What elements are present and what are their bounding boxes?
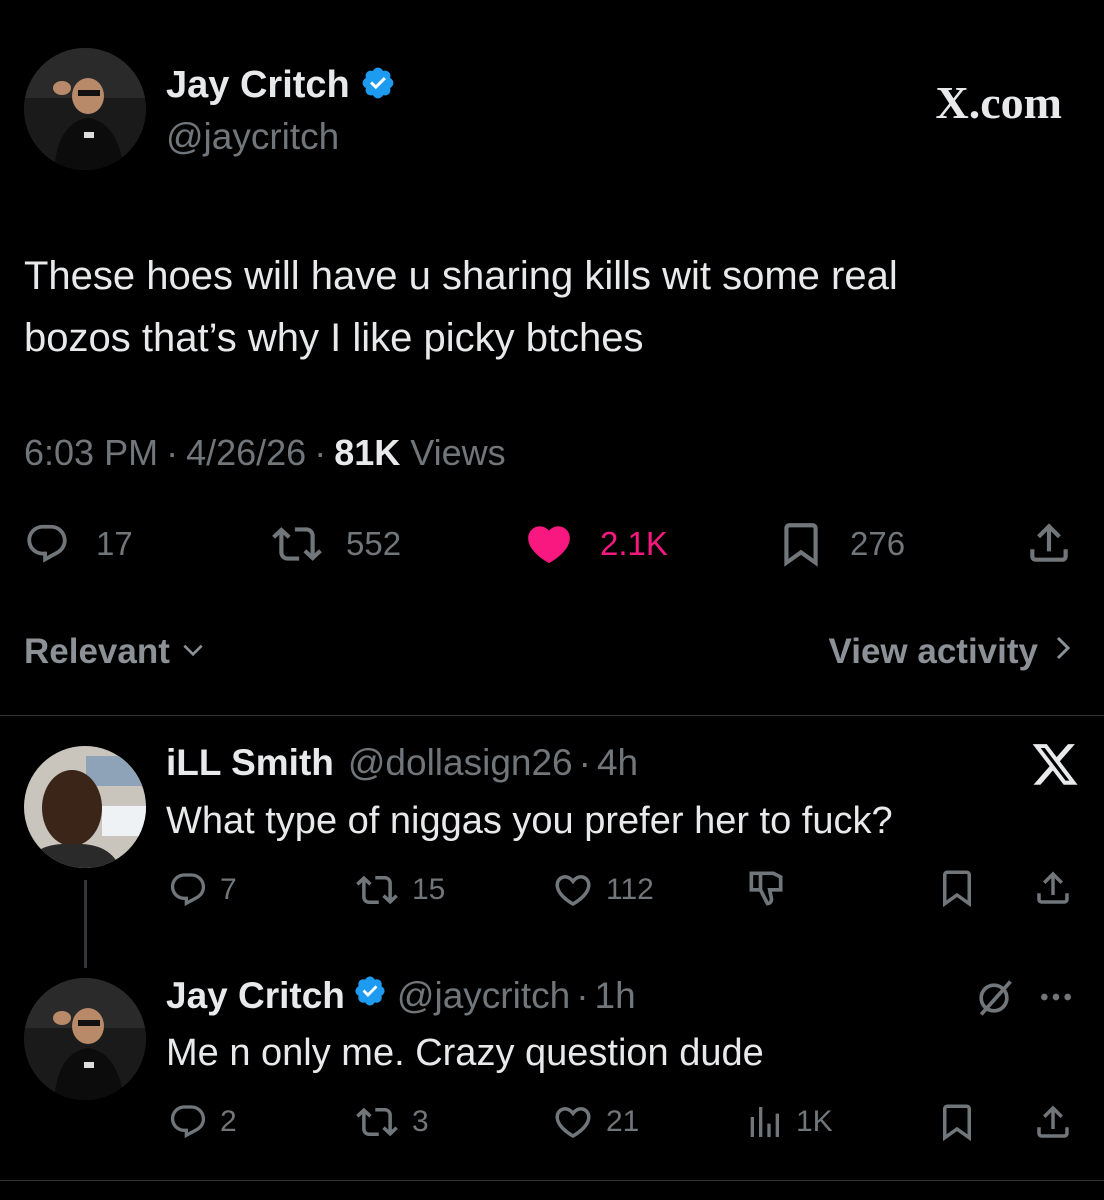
separator-dot: · <box>576 974 589 1016</box>
reply-count: 2 <box>220 1105 237 1138</box>
divider <box>0 715 1104 716</box>
sort-label: Relevant <box>24 632 170 671</box>
bookmark-count: 276 <box>850 525 906 562</box>
tweet-text: These hoes will have u sharing kills wit… <box>24 245 898 369</box>
like-count: 2.1K <box>600 525 668 562</box>
reply-header: iLL Smith @dollasign26 · 4h <box>166 742 638 784</box>
view-activity-link[interactable]: View activity <box>829 632 1074 672</box>
share-icon <box>1032 867 1074 909</box>
chevron-down-icon <box>180 632 206 672</box>
reply-time[interactable]: 1h <box>595 975 636 1017</box>
author-name[interactable]: iLL Smith <box>166 742 334 784</box>
repost-icon <box>356 869 398 911</box>
reply-button[interactable]: 17 <box>24 520 133 568</box>
share-icon <box>1032 1101 1074 1143</box>
repost-button[interactable]: 15 <box>356 868 445 912</box>
reply-text: What type of niggas you prefer her to fu… <box>166 800 893 842</box>
tweet-meta: 6:03 PM · 4/26/26 · 81K Views <box>24 432 506 474</box>
analytics-icon <box>744 1102 784 1142</box>
repost-icon <box>356 1101 398 1143</box>
hidden-reply-icon[interactable] <box>972 976 1016 1025</box>
tweet-time[interactable]: 6:03 PM <box>24 432 158 474</box>
views-count: 81K <box>334 432 401 473</box>
reply-icon <box>168 870 208 910</box>
reply-button[interactable]: 7 <box>168 868 237 912</box>
reply-text: Me n only me. Crazy question dude <box>166 1032 764 1074</box>
site-watermark: X.com <box>935 77 1062 128</box>
reply-count: 17 <box>96 525 133 562</box>
avatar[interactable] <box>24 48 146 170</box>
thread-line <box>84 880 87 968</box>
reply-count: 7 <box>220 873 237 906</box>
reply-icon <box>24 521 70 567</box>
like-count: 21 <box>606 1105 640 1138</box>
separator-dot: · <box>166 432 179 473</box>
share-button[interactable] <box>1024 518 1074 568</box>
author-name[interactable]: Jay Critch <box>166 64 350 107</box>
verified-badge-icon <box>353 974 387 1017</box>
like-count: 112 <box>606 873 654 906</box>
bookmark-button[interactable]: 276 <box>776 520 905 568</box>
bookmark-icon <box>936 867 978 909</box>
repost-count: 15 <box>412 873 446 906</box>
author-handle[interactable]: @jaycritch <box>166 116 339 158</box>
share-button[interactable] <box>1032 866 1074 910</box>
bookmark-button[interactable] <box>936 1100 978 1144</box>
repost-icon <box>272 519 322 569</box>
thumbs-down-icon <box>744 866 788 910</box>
tweet-text-line: These hoes will have u sharing kills wit… <box>24 254 898 298</box>
avatar[interactable] <box>24 978 146 1100</box>
reply-button[interactable]: 2 <box>168 1100 237 1144</box>
heart-icon <box>552 1101 594 1143</box>
repost-button[interactable]: 3 <box>356 1100 429 1144</box>
bookmark-icon <box>776 519 826 569</box>
repost-button[interactable]: 552 <box>272 520 401 568</box>
share-icon <box>1024 518 1074 568</box>
verified-badge-icon <box>360 65 396 106</box>
tweet-date[interactable]: 4/26/26 <box>186 432 306 474</box>
reply-time[interactable]: 4h <box>597 742 638 784</box>
avatar[interactable] <box>24 746 146 868</box>
like-button[interactable]: 21 <box>552 1100 639 1144</box>
views-button[interactable]: 1K <box>744 1100 833 1144</box>
tweet-text-line: bozos that’s why I like picky btches <box>24 316 644 360</box>
sort-dropdown[interactable]: Relevant <box>24 632 206 672</box>
views-label: Views <box>410 432 506 473</box>
author-handle[interactable]: @jaycritch <box>397 975 570 1017</box>
divider <box>0 1180 1104 1181</box>
reply-icon <box>168 1102 208 1142</box>
author-name[interactable]: Jay Critch <box>166 975 345 1017</box>
separator-dot: · <box>578 742 591 783</box>
dislike-button[interactable] <box>744 866 788 910</box>
repost-count: 552 <box>346 525 402 562</box>
repost-count: 3 <box>412 1105 429 1138</box>
chevron-right-icon <box>1052 632 1074 672</box>
reply-header: Jay Critch @jaycritch · 1h <box>166 974 636 1017</box>
like-button[interactable]: 112 <box>552 868 654 912</box>
author-handle[interactable]: @dollasign26 <box>348 742 573 784</box>
bookmark-button[interactable] <box>936 866 978 910</box>
separator-dot: · <box>314 432 327 473</box>
more-options-icon[interactable] <box>1036 980 1076 1019</box>
view-activity-label: View activity <box>828 632 1038 671</box>
heart-filled-icon <box>524 519 574 569</box>
views-count: 1K <box>796 1105 833 1138</box>
heart-icon <box>552 869 594 911</box>
like-button[interactable]: 2.1K <box>524 520 668 568</box>
bookmark-icon <box>936 1101 978 1143</box>
share-button[interactable] <box>1032 1100 1074 1144</box>
x-logo-icon <box>1030 744 1080 795</box>
